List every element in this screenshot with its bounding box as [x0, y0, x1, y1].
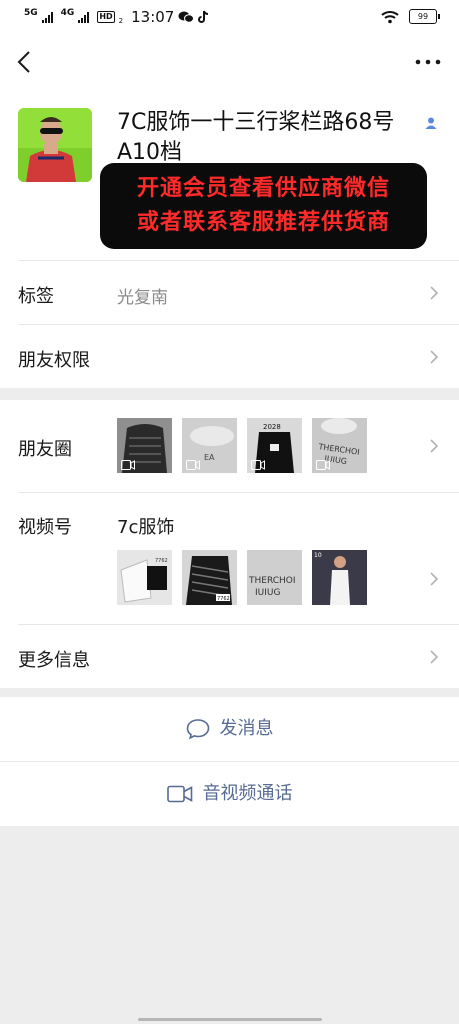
send-message-button[interactable]: 发消息	[0, 697, 459, 761]
channels-row[interactable]: 视频号 7c服饰 7762 7762 THERCHOI IUIUG 10	[0, 492, 459, 624]
svg-text:7762: 7762	[217, 596, 230, 602]
moments-thumb[interactable]	[117, 418, 172, 473]
membership-banner[interactable]: 开通会员查看供应商微信 或者联系客服推荐供货商	[100, 163, 427, 249]
hd-voice-icon: HD	[97, 11, 115, 23]
tiktok-notification-icon	[198, 10, 209, 23]
clock: 13:07	[131, 8, 175, 26]
avatar[interactable]	[18, 108, 92, 182]
svg-text:10: 10	[314, 552, 322, 559]
profile-header: 7C服饰一十三行桨栏路68号A10档 开通会员查看供应商微信 或者联系客服推荐供…	[0, 90, 459, 260]
channels-name: 7c服饰	[117, 517, 175, 538]
moments-thumb[interactable]: 2028	[247, 418, 302, 473]
video-icon	[251, 460, 265, 470]
contact-icon	[425, 117, 437, 129]
more-options-icon[interactable]	[413, 52, 443, 72]
moments-thumb[interactable]: EA	[182, 418, 237, 473]
battery-icon: 99	[409, 9, 440, 24]
signal-icon	[41, 11, 53, 23]
wechat-notification-icon	[178, 11, 195, 23]
more-info-label: 更多信息	[18, 650, 90, 671]
friend-permissions-row[interactable]: 朋友权限	[0, 324, 459, 388]
friend-permissions-label: 朋友权限	[18, 350, 90, 371]
video-call-button[interactable]: 音视频通话	[0, 761, 459, 826]
banner-line-2: 或者联系客服推荐供货商	[136, 210, 390, 235]
channels-label: 视频号	[18, 517, 72, 538]
chat-bubble-icon	[186, 719, 209, 740]
channels-thumb[interactable]: 7762	[117, 550, 172, 605]
banner-line-1: 开通会员查看供应商微信	[136, 176, 390, 201]
channels-thumb[interactable]: 7762	[182, 550, 237, 605]
channels-thumb[interactable]: THERCHOI IUIUG	[247, 550, 302, 605]
svg-text:THERCHOI: THERCHOI	[248, 576, 296, 586]
svg-text:7762: 7762	[155, 558, 168, 564]
chevron-right-icon	[430, 650, 439, 664]
video-icon	[186, 460, 200, 470]
video-icon	[121, 460, 135, 470]
svg-text:EA: EA	[204, 453, 215, 462]
moments-row[interactable]: 朋友圈 EA 2028 THERCHOI IUIUG	[0, 400, 459, 492]
svg-text:IUIUG: IUIUG	[255, 588, 280, 598]
profile-name: 7C服饰一十三行桨栏路68号A10档	[117, 110, 395, 165]
wifi-icon	[381, 10, 399, 23]
channels-thumbnails: 7762 7762 THERCHOI IUIUG 10	[117, 550, 367, 605]
nav-bar	[0, 36, 459, 90]
video-call-label: 音视频通话	[202, 783, 293, 804]
moments-thumbnails: EA 2028 THERCHOI IUIUG	[117, 418, 367, 473]
hd-sub-label: 2	[118, 17, 124, 25]
channels-thumb[interactable]: 10	[312, 550, 367, 605]
tags-row[interactable]: 标签 光复南	[0, 260, 459, 324]
tags-label: 标签	[18, 286, 54, 307]
moments-thumb[interactable]: THERCHOI IUIUG	[312, 418, 367, 473]
svg-text:2028: 2028	[263, 423, 281, 431]
chevron-right-icon	[430, 286, 439, 300]
chevron-right-icon	[430, 350, 439, 364]
video-camera-icon	[166, 785, 192, 803]
more-info-row[interactable]: 更多信息	[0, 624, 459, 688]
tags-value: 光复南	[117, 288, 168, 308]
network-5g-label: 5G	[24, 8, 38, 18]
status-bar: 5G 4G HD 2 13:07 99	[0, 0, 459, 36]
back-arrow-icon[interactable]	[12, 48, 40, 76]
signal-icon-2	[78, 11, 90, 23]
network-4g-label: 4G	[60, 8, 75, 18]
moments-label: 朋友圈	[18, 439, 72, 460]
chevron-right-icon	[430, 439, 439, 453]
chevron-right-icon	[430, 572, 439, 586]
send-message-label: 发消息	[219, 718, 274, 739]
home-indicator[interactable]	[138, 1018, 322, 1021]
video-icon	[316, 460, 330, 470]
